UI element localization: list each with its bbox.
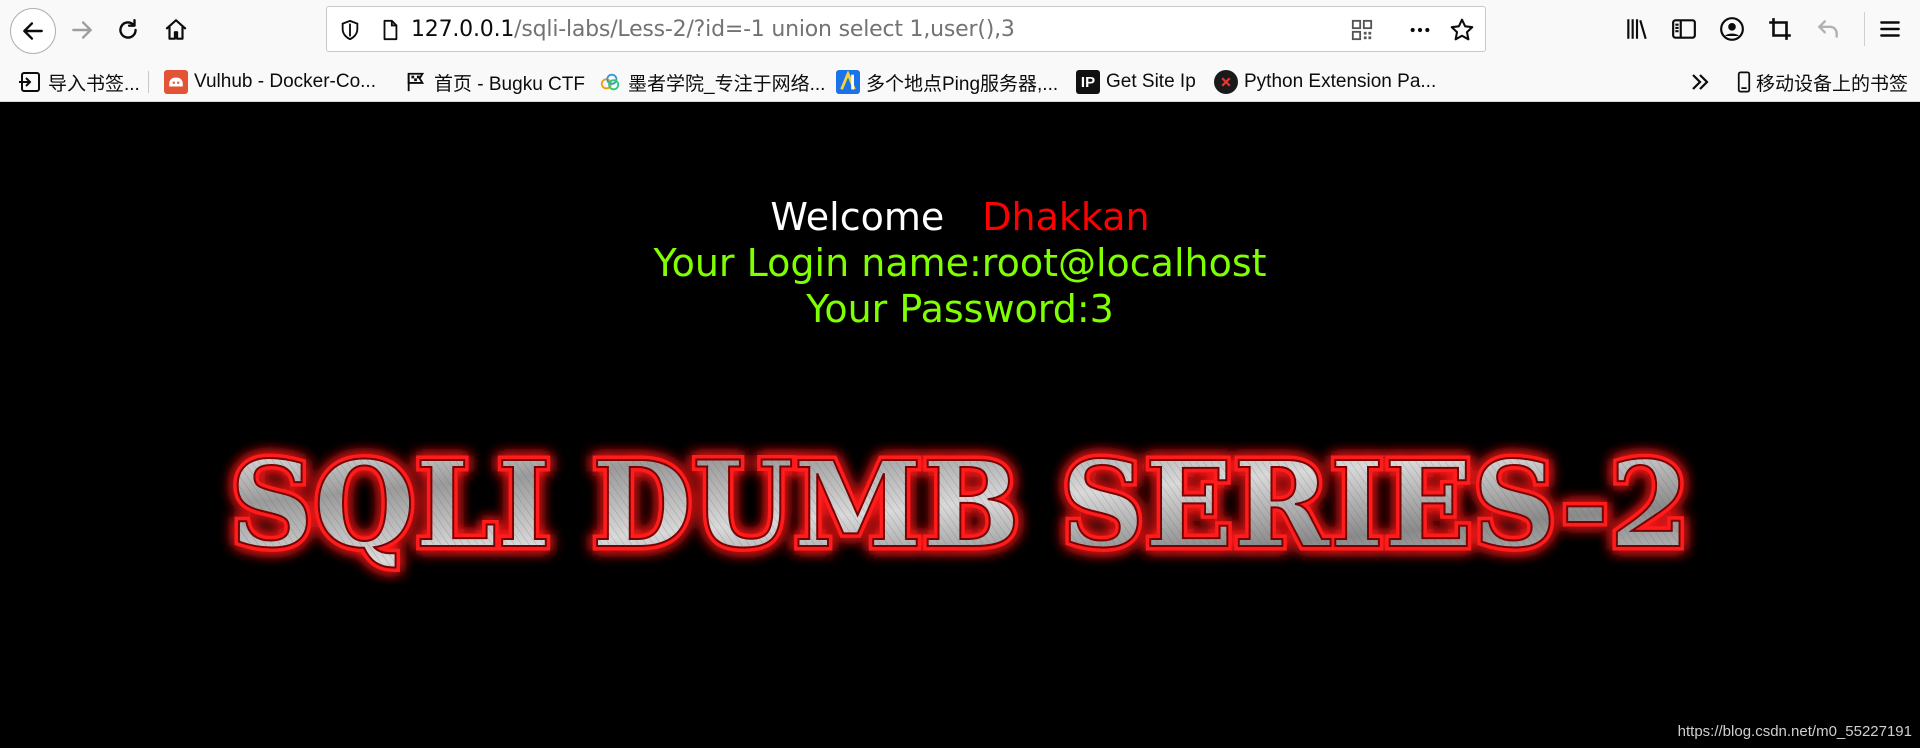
- sidebar-icon: [1672, 19, 1696, 39]
- shield-icon[interactable]: [339, 19, 361, 41]
- bookmark-python-extension[interactable]: Python Extension Pa...: [1214, 69, 1436, 95]
- qr-code-icon[interactable]: [1351, 19, 1373, 41]
- more-actions-icon[interactable]: [1407, 19, 1433, 41]
- library-button[interactable]: [1623, 15, 1651, 43]
- bookmark-bugku[interactable]: 首页 - Bugku CTF: [404, 69, 585, 95]
- bookmark-get-site-ip[interactable]: IP Get Site Ip: [1076, 69, 1196, 95]
- screenshot-button[interactable]: [1766, 15, 1794, 43]
- flag-icon: [404, 70, 428, 94]
- cloud-icon: [598, 70, 622, 94]
- forward-button[interactable]: [62, 10, 102, 50]
- more-bookmarks-button[interactable]: [1688, 69, 1712, 95]
- bookmark-vulhub[interactable]: Vulhub - Docker-Co...: [164, 69, 376, 95]
- menu-button[interactable]: [1876, 15, 1904, 43]
- bookmark-label: Get Site Ip: [1106, 71, 1196, 92]
- account-icon: [1720, 17, 1744, 41]
- undo-icon: [1818, 20, 1838, 38]
- welcome-line: Welcome Dhakkan: [0, 194, 1920, 240]
- bookmark-label: Vulhub - Docker-Co...: [194, 71, 376, 92]
- back-button[interactable]: [10, 8, 56, 54]
- arrow-left-icon: [23, 22, 43, 40]
- sidebar-button[interactable]: [1670, 15, 1698, 43]
- bookmark-separator: [148, 71, 149, 93]
- arrow-right-icon: [72, 21, 92, 39]
- bookmark-import[interactable]: 导入书签...: [18, 69, 140, 95]
- banner-texture: SQLI DUMB SERIES-2: [230, 435, 1690, 574]
- bookmark-label: 多个地点Ping服务器,...: [866, 73, 1059, 95]
- bookmark-label: 首页 - Bugku CTF: [434, 73, 585, 95]
- chevron-double-right-icon: [1692, 74, 1709, 90]
- python-icon: [1214, 70, 1238, 94]
- user-name: Dhakkan: [982, 195, 1150, 239]
- url-host: 127.0.0.1: [411, 17, 515, 42]
- reload-icon: [119, 19, 137, 39]
- mobile-icon: [1736, 70, 1752, 94]
- toolbar-divider: [1864, 12, 1865, 46]
- import-icon: [18, 70, 42, 94]
- watermark: https://blog.csdn.net/m0_55227191: [1677, 723, 1912, 740]
- mobile-bookmarks[interactable]: 移动设备上的书签: [1736, 69, 1908, 95]
- url-path: /sqli-labs/Less-2/?id=-1 union select 1,…: [514, 17, 1015, 42]
- bookmark-mozhe[interactable]: 墨者学院_专注于网络...: [598, 69, 825, 95]
- address-bar[interactable]: 127.0.0.1/sqli-labs/Less-2/?id=-1 union …: [326, 6, 1486, 52]
- sqli-dumb-series-banner: SQLI DUMB SERIES-2 SQLI DUMB SERIES-2 SQ…: [226, 431, 1695, 579]
- navigation-toolbar: 127.0.0.1/sqli-labs/Less-2/?id=-1 union …: [0, 0, 1920, 61]
- account-button[interactable]: [1718, 15, 1746, 43]
- home-button[interactable]: [156, 10, 196, 50]
- undo-button[interactable]: [1814, 15, 1842, 43]
- login-name-line: Your Login name:root@localhost: [653, 241, 1267, 285]
- password-line: Your Password:3: [806, 287, 1114, 331]
- crop-icon: [1769, 18, 1791, 40]
- home-icon: [165, 19, 187, 40]
- ping-icon: [836, 70, 860, 94]
- bookmark-label: 墨者学院_专注于网络...: [628, 73, 826, 95]
- bookmark-label: 移动设备上的书签: [1756, 73, 1909, 95]
- bookmark-label: 导入书签...: [48, 73, 140, 95]
- reload-button[interactable]: [108, 10, 148, 50]
- welcome-text: Welcome: [770, 195, 945, 239]
- bookmark-label: Python Extension Pa...: [1244, 71, 1437, 92]
- vulhub-icon: [164, 70, 188, 94]
- page-content: Welcome Dhakkan Your Login name:root@loca…: [0, 102, 1920, 748]
- hamburger-menu-icon: [1880, 21, 1900, 37]
- bookmarks-toolbar: 导入书签... Vulhub - Docker-Co... 首页 - Bugku…: [0, 61, 1920, 102]
- page-info-icon[interactable]: [379, 19, 401, 41]
- url-text[interactable]: 127.0.0.1/sqli-labs/Less-2/?id=-1 union …: [411, 17, 1015, 42]
- bookmark-star-icon[interactable]: [1449, 17, 1475, 43]
- ip-icon: IP: [1076, 70, 1100, 94]
- bookmark-ping[interactable]: 多个地点Ping服务器,...: [836, 69, 1058, 95]
- library-icon: [1627, 19, 1647, 40]
